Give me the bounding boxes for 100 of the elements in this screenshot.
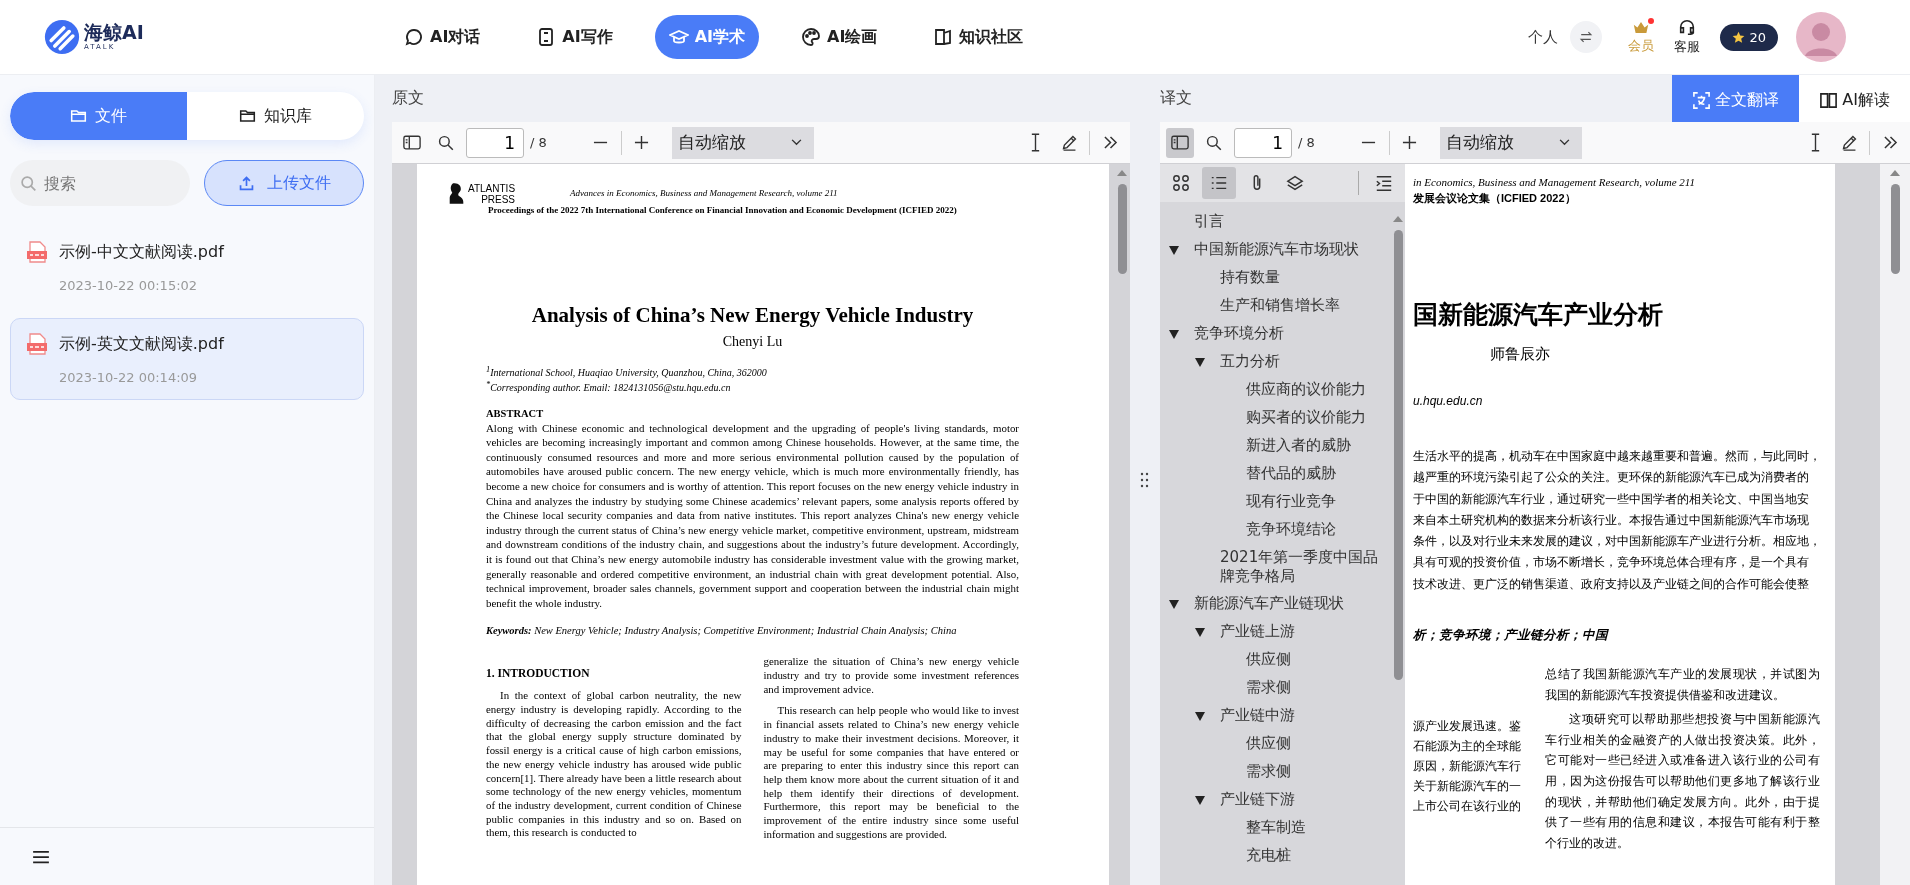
logo-name: 海鲸AI — [84, 23, 144, 42]
swap-icon — [1578, 29, 1595, 45]
file-item[interactable]: 示例-中文文献阅读.pdf 2023-10-22 00:15:02 — [10, 226, 364, 308]
outline-item[interactable]: 产业链上游 — [1212, 618, 1295, 645]
personal-label: 个人 — [1528, 27, 1559, 47]
series-line: Advances in Economics, Business and Management Research, volume 211 — [570, 188, 838, 198]
translate-icon — [1692, 90, 1712, 110]
outline-item[interactable]: 产业链下游 — [1212, 786, 1295, 813]
points-badge[interactable]: 20 — [1720, 23, 1778, 51]
book-icon — [1819, 90, 1839, 110]
outline-item[interactable]: 新进入者的威胁 — [1238, 432, 1351, 459]
outline-item[interactable]: 充电桩 — [1238, 842, 1291, 869]
outline-item[interactable]: 生产和销售增长率 — [1212, 292, 1340, 319]
pen-icon — [1840, 134, 1858, 151]
menu-icon[interactable] — [32, 849, 50, 864]
outline-item[interactable]: 替代品的威胁 — [1238, 460, 1336, 487]
page-number-field[interactable]: 1 — [466, 127, 524, 158]
affiliation-line: $^{1}$International School, Huaqiao University, Quanzhou, China, 362000 — [486, 364, 768, 380]
outline-item[interactable]: 竞争环境分析 — [1186, 320, 1284, 347]
outline-item[interactable]: 需求侧 — [1238, 758, 1291, 785]
outline-item[interactable]: 产业链中游 — [1212, 702, 1295, 729]
sidebar-icon — [403, 135, 421, 150]
outline-item[interactable]: 供应侧 — [1238, 730, 1291, 757]
nav-tab[interactable]: AI绘画 — [787, 15, 892, 59]
outline-item[interactable]: 2021年第一季度中国品牌竞争格局 — [1212, 544, 1391, 590]
text-cursor-icon — [1809, 133, 1821, 152]
action-button[interactable]: AI解读 — [1799, 75, 1910, 125]
sidebar-tab[interactable]: 知识库 — [187, 92, 364, 140]
sidebar-tab[interactable]: 文件 — [10, 92, 187, 140]
scrollbar[interactable] — [1880, 164, 1910, 885]
outline-view-tab[interactable] — [1202, 167, 1236, 199]
file-item[interactable]: 示例-英文文献阅读.pdf 2023-10-22 00:14:09 — [10, 318, 364, 400]
folder-icon — [70, 109, 87, 123]
folder-icon — [239, 109, 256, 123]
drag-handle-icon[interactable] — [1140, 472, 1150, 488]
plus-icon — [634, 135, 650, 150]
affiliation-line: $^{*}$Corresponding author. Email: 1824131056@stu.hqu.edu.cn — [486, 379, 732, 395]
email-fragment: u.hqu.edu.cn — [1413, 394, 1484, 408]
outline-item[interactable]: 供应侧 — [1238, 646, 1291, 673]
nav-tab[interactable]: AI写作 — [522, 15, 627, 59]
switch-button[interactable] — [1570, 21, 1603, 53]
proceedings-line: Proceedings of the 2022 7th International Conference on Financial Innovation and Economic Development (ICFIED 2022) — [488, 205, 958, 215]
upload-button[interactable]: 上传文件 — [204, 160, 364, 206]
text-cursor-icon — [1029, 133, 1041, 152]
outline-item[interactable]: 整车制造 — [1238, 814, 1306, 841]
body-paragraph: In the context of global carbon neutrality, the new energy industry is developing rapidly. According to the difficulty of decreasing the carbon emission and the fact that the global energy supply structure dominated by fossil energy is a critical cause of high carbon emissions, the new energy vehicle industry has aroused wide public concern[1]. There already have been a little research about some technology of the new energy vehicles, momentum of the industry development, current condition of Chinese public companies in this industry and so on. Based on them, this research is conducted to — [486, 689, 742, 841]
paper-title: Analysis of China’s New Energy Vehicle Industry — [530, 303, 975, 328]
outline-item[interactable]: 中国新能源汽车市场现状 — [1186, 236, 1359, 263]
outline-item[interactable]: 购买者的议价能力 — [1238, 404, 1366, 431]
outline-item[interactable]: 供应商的议价能力 — [1238, 376, 1366, 403]
abstract-text: Along with Chinese economic and technological development and the upgrading of people's living standards, motor vehicles are becoming increasingly important and common among Chinese households. However, at the same time, the continuously consumed resources and more and more serious environmental pollution caused by the population of automobiles have aroused public concern. The new energy vehicle, which is much more environmentally friendly, has become a new choice for consumers and is worthy of attention. This report focuses on the new energy vehicle industry in China and analyzes the industry by studying some Chinese academics’ relevant papers, some analysis reports offered by the Chinese local security companies and data from native institutes. This report analyzes China's new energy vehicle industry through the current status of China’s new energy vehicle market, competitive environment, upstream, midstream and downstream conditions of the industry chain, and suggestions about the industry’s future development. Accordingly, it is found out that China’s new energy automobile industry has considerable investment value with the growing market, generally reasonable and ordered competitive environment, an industrial chain with great development potential. Also, technical improvement, broader sales channels, government support and cooperation between the industrial chain might benefit the whole industry. — [486, 420, 1019, 611]
caret-icon — [1558, 139, 1570, 146]
pane-title: 原文 — [392, 88, 424, 109]
file-date: 2023-10-22 00:15:02 — [58, 278, 199, 293]
outline-item[interactable]: 新能源汽车产业链现状 — [1186, 590, 1344, 617]
support-link[interactable]: 客服 — [1674, 18, 1701, 56]
book-icon — [933, 27, 954, 47]
publisher-logo-text: ATLANTIS PRESS — [468, 183, 516, 205]
thumbnails-icon — [1172, 174, 1190, 192]
avatar[interactable] — [1796, 12, 1846, 62]
sidebar-toggle-button[interactable] — [1166, 127, 1194, 158]
page-number-field[interactable]: 1 — [1234, 127, 1292, 158]
star-icon — [1732, 30, 1746, 44]
palette-icon — [801, 27, 822, 47]
outline-item[interactable]: 引言 — [1186, 208, 1224, 235]
file-date: 2023-10-22 00:14:09 — [58, 370, 199, 385]
pdf-file-icon — [25, 332, 49, 356]
sculpture-icon — [448, 182, 465, 205]
outline-item[interactable]: 需求侧 — [1238, 674, 1291, 701]
list-icon — [1210, 174, 1228, 192]
page-count: / 8 — [530, 135, 547, 150]
chat-bubble-icon — [404, 27, 424, 47]
abstract-heading: ABSTRACT — [486, 407, 545, 419]
double-chevron-icon — [1102, 136, 1118, 149]
body-paragraph: This research can help people who would like to invest in financial assets related to China’s new energy vehicle industry to make their investment decisions. Moreover, it may be useful for some companies that have entered or are preparing to enter this industry since this report can help them know more about the current situation of it and help them identify their directions of development. Furthermore, this report may be beneficial to the improvement of the entire industry since some useful information and suggestions are provided. — [763, 704, 1019, 842]
caret-icon — [790, 139, 802, 146]
zoom-select[interactable]: 自动缩放 — [1439, 126, 1582, 159]
nav-tab[interactable]: AI对话 — [390, 15, 495, 59]
pane-title: 译文 — [1160, 88, 1192, 109]
search-icon — [20, 175, 37, 192]
pdf-file-icon — [25, 240, 49, 264]
keywords-line: 析；竞争环境；产业链分析；中国 — [1413, 627, 1610, 645]
file-name: 示例-中文文献阅读.pdf — [59, 241, 224, 263]
action-button[interactable]: 全文翻译 — [1672, 75, 1800, 125]
file-name: 示例-英文文献阅读.pdf — [59, 333, 224, 355]
nav-tab[interactable]: AI学术 — [654, 15, 760, 59]
zoom-select[interactable]: 自动缩放 — [671, 126, 814, 159]
outline-item[interactable]: 竞争环境结论 — [1238, 516, 1336, 543]
nav-tab[interactable]: 知识社区 — [919, 15, 1038, 59]
outline-item[interactable]: 现有行业竞争 — [1238, 488, 1336, 515]
keywords-line: Keywords: New Energy Vehicle; Industry Analysis; Competitive Environment; Industrial Chain Analysis; China — [486, 624, 958, 638]
section-heading: 1. INTRODUCTION — [486, 667, 591, 680]
outline-item[interactable]: 持有数量 — [1212, 264, 1280, 291]
upload-icon — [237, 174, 255, 192]
search-icon — [1206, 134, 1222, 151]
paper-author: Chenyi Lu — [721, 334, 784, 350]
outline-item[interactable]: 五力分析 — [1212, 348, 1280, 375]
search-icon — [438, 134, 454, 151]
pen-icon — [1060, 134, 1078, 151]
search-field[interactable]: 搜索 — [10, 160, 190, 206]
